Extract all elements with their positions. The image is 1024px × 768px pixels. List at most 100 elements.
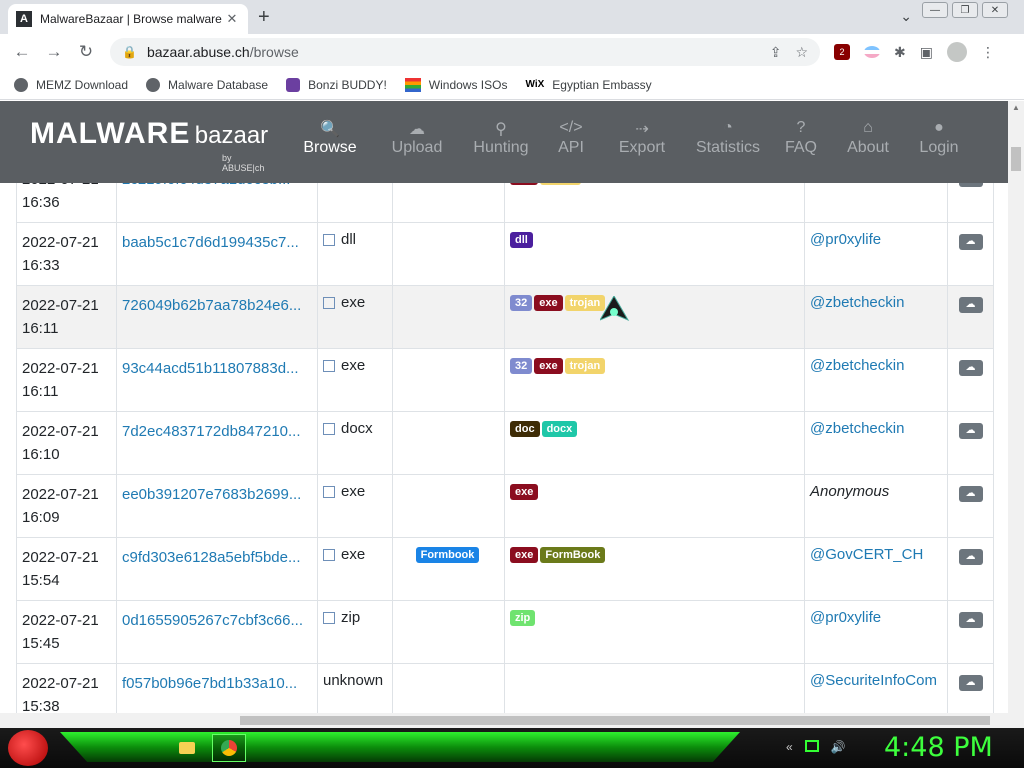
maximize-button[interactable]: ❐ — [952, 2, 978, 18]
bookmark-bonzi-buddy[interactable]: Bonzi BUDDY! — [286, 77, 387, 92]
tag-badge[interactable]: exe — [534, 295, 563, 312]
forward-button[interactable]: → — [38, 42, 70, 62]
back-button[interactable]: ← — [6, 42, 38, 62]
reporter-link[interactable]: @zbetcheckin — [804, 411, 948, 475]
sha256-link[interactable]: c9fd303e6128a5ebf5bde... — [116, 537, 318, 601]
table-row[interactable]: 2022-07-21 15:54 c9fd303e6128a5ebf5bde... e… — [16, 537, 994, 601]
reporter-link[interactable]: @GovCERT_CH — [804, 537, 948, 601]
reporter-link[interactable]: @zbetcheckin — [804, 348, 948, 412]
reload-button[interactable]: ↻ — [70, 42, 102, 62]
nav-hunting[interactable]: ⚲ Hunting — [460, 119, 542, 157]
table-row[interactable]: 2022-07-21 16:11 93c44acd51b11807883d... ex… — [16, 348, 994, 412]
minimize-button[interactable]: — — [922, 2, 948, 18]
lock-icon[interactable]: 🔒 — [122, 45, 137, 59]
nav-export[interactable]: ⇢ Export — [600, 119, 684, 157]
tab-title: MalwareBazaar | Browse malware — [40, 12, 222, 26]
nav-label: Export — [618, 139, 666, 156]
profile-avatar[interactable] — [946, 42, 967, 62]
tag-badge[interactable]: FormBook — [540, 547, 606, 564]
signature-badge[interactable]: Formbook — [415, 547, 480, 564]
nav-browse[interactable]: 🔍 Browse — [286, 119, 374, 157]
file-exe-icon — [323, 360, 335, 373]
tags-cell: exe FormBook — [504, 537, 805, 601]
chrome-taskbar-button[interactable] — [212, 734, 246, 762]
sha256-link[interactable]: 0d1655905267c7cbf3c66... — [116, 600, 318, 664]
close-tab-icon[interactable]: ✕ — [224, 11, 240, 27]
tag-badge[interactable]: 32 — [510, 358, 533, 375]
taskbar-clock[interactable]: 4:48 PM — [884, 732, 993, 763]
share-icon[interactable]: ⇪ — [770, 44, 782, 61]
cloud-download-icon[interactable]: ☁ — [958, 675, 983, 691]
vertical-scrollbar[interactable]: ▲ — [1008, 101, 1024, 728]
cloud-download-icon[interactable]: ☁ — [958, 360, 983, 376]
close-window-button[interactable]: ✕ — [982, 2, 1008, 18]
reporter-link[interactable]: @pr0xylife — [804, 600, 948, 664]
sha256-link[interactable]: 726049b62b7aa78b24e6... — [116, 285, 318, 349]
download-cell: ☁ — [947, 285, 994, 349]
network-icon[interactable] — [804, 740, 819, 752]
nav-login[interactable]: ● Login — [906, 119, 972, 157]
tag-badge[interactable]: 32 — [510, 295, 533, 312]
sha256-link[interactable]: 7d2ec4837172db847210... — [116, 411, 318, 475]
sha256-link[interactable]: 93c44acd51b11807883d... — [116, 348, 318, 412]
cloud-download-icon[interactable]: ☁ — [958, 423, 983, 439]
nav-upload[interactable]: ☁ Upload — [374, 119, 460, 157]
sha256-link[interactable]: baab5c1c7d6d199435c7... — [116, 222, 318, 286]
tag-badge[interactable]: trojan — [564, 358, 606, 375]
file-explorer-button[interactable] — [170, 734, 204, 762]
tag-badge[interactable]: docx — [541, 421, 578, 438]
nav-statistics[interactable]: ◔ Statistics — [684, 119, 772, 157]
reporter-link: Anonymous — [804, 474, 948, 538]
cloud-download-icon[interactable]: ☁ — [958, 549, 983, 565]
tag-badge[interactable]: exe — [510, 484, 539, 501]
tab-search-icon[interactable]: ⌄ — [900, 8, 912, 25]
reporter-link[interactable]: @pr0xylife — [804, 222, 948, 286]
reporter-link[interactable]: @zbetcheckin — [804, 285, 948, 349]
nav-label: Upload — [391, 139, 443, 156]
bookmark-star-icon[interactable]: ☆ — [795, 44, 808, 61]
ublock-extension-icon[interactable]: 2 — [834, 44, 850, 60]
new-tab-button[interactable]: + — [258, 6, 270, 29]
nav-faq[interactable]: ? FAQ — [772, 119, 830, 157]
site-logo[interactable]: MALWARE bazaar by ABUSE|ch — [30, 117, 268, 173]
bookmark-windows-isos[interactable]: Windows ISOs — [404, 77, 507, 92]
tag-badge[interactable]: doc — [510, 421, 540, 438]
nav-label: Login — [919, 139, 959, 156]
first-seen-cell: 2022-07-21 16:10 — [16, 411, 117, 475]
bookmark-egyptian-embassy[interactable]: WiX Egyptian Embassy — [525, 78, 651, 92]
browser-tab[interactable]: A MalwareBazaar | Browse malware ✕ — [8, 4, 248, 34]
sha256-link[interactable]: ee0b391207e7683b2699... — [116, 474, 318, 538]
cloud-download-icon[interactable]: ☁ — [958, 486, 983, 502]
horizontal-scrollbar[interactable] — [0, 713, 1008, 728]
cloud-download-icon[interactable]: ☁ — [958, 297, 983, 313]
nav-about[interactable]: ⌂ About — [830, 119, 906, 157]
extension-flag-icon[interactable] — [864, 46, 880, 58]
bookmark-malware-database[interactable]: Malware Database — [146, 77, 268, 92]
scroll-up-arrow-icon[interactable]: ▲ — [1012, 103, 1020, 112]
vertical-scroll-thumb[interactable] — [1011, 147, 1021, 171]
table-row[interactable]: 2022-07-21 16:09 ee0b391207e7683b2699... ex… — [16, 474, 994, 538]
nav-api[interactable]: </> API — [542, 119, 600, 157]
cloud-download-icon[interactable]: ☁ — [958, 234, 983, 250]
menu-kebab-icon[interactable]: ⋮ — [981, 44, 995, 61]
cloud-download-icon[interactable]: ☁ — [958, 612, 983, 628]
tag-badge[interactable]: exe — [510, 547, 539, 564]
table-row[interactable]: 2022-07-21 15:45 0d1655905267c7cbf3c66... z… — [16, 600, 994, 664]
time-text: 16:09 — [22, 509, 60, 526]
bookmark-memz[interactable]: MEMZ Download — [14, 77, 128, 92]
tag-badge[interactable]: zip — [510, 610, 536, 627]
side-panel-icon[interactable]: ▣ — [920, 44, 933, 61]
folder-icon — [179, 742, 195, 754]
table-row[interactable]: 2022-07-21 16:11 726049b62b7aa78b24e6... ex… — [16, 285, 994, 349]
table-row[interactable]: 2022-07-21 16:10 7d2ec4837172db847210... do… — [16, 411, 994, 475]
address-bar[interactable]: 🔒 bazaar.abuse.ch/browse ⇪ ☆ — [110, 38, 820, 66]
puzzle-extensions-icon[interactable]: ✱ — [894, 44, 906, 61]
volume-icon[interactable]: 🔊 — [831, 740, 846, 754]
tray-arrow-icon[interactable]: « — [786, 740, 793, 754]
tag-badge[interactable]: exe — [534, 358, 563, 375]
table-row[interactable]: 2022-07-21 16:33 baab5c1c7d6d199435c7... dl… — [16, 222, 994, 286]
pie-chart-icon: ◔ — [723, 119, 733, 136]
tag-badge[interactable]: dll — [510, 232, 533, 249]
start-button-icon[interactable] — [8, 730, 48, 766]
horizontal-scroll-thumb[interactable] — [240, 716, 990, 725]
